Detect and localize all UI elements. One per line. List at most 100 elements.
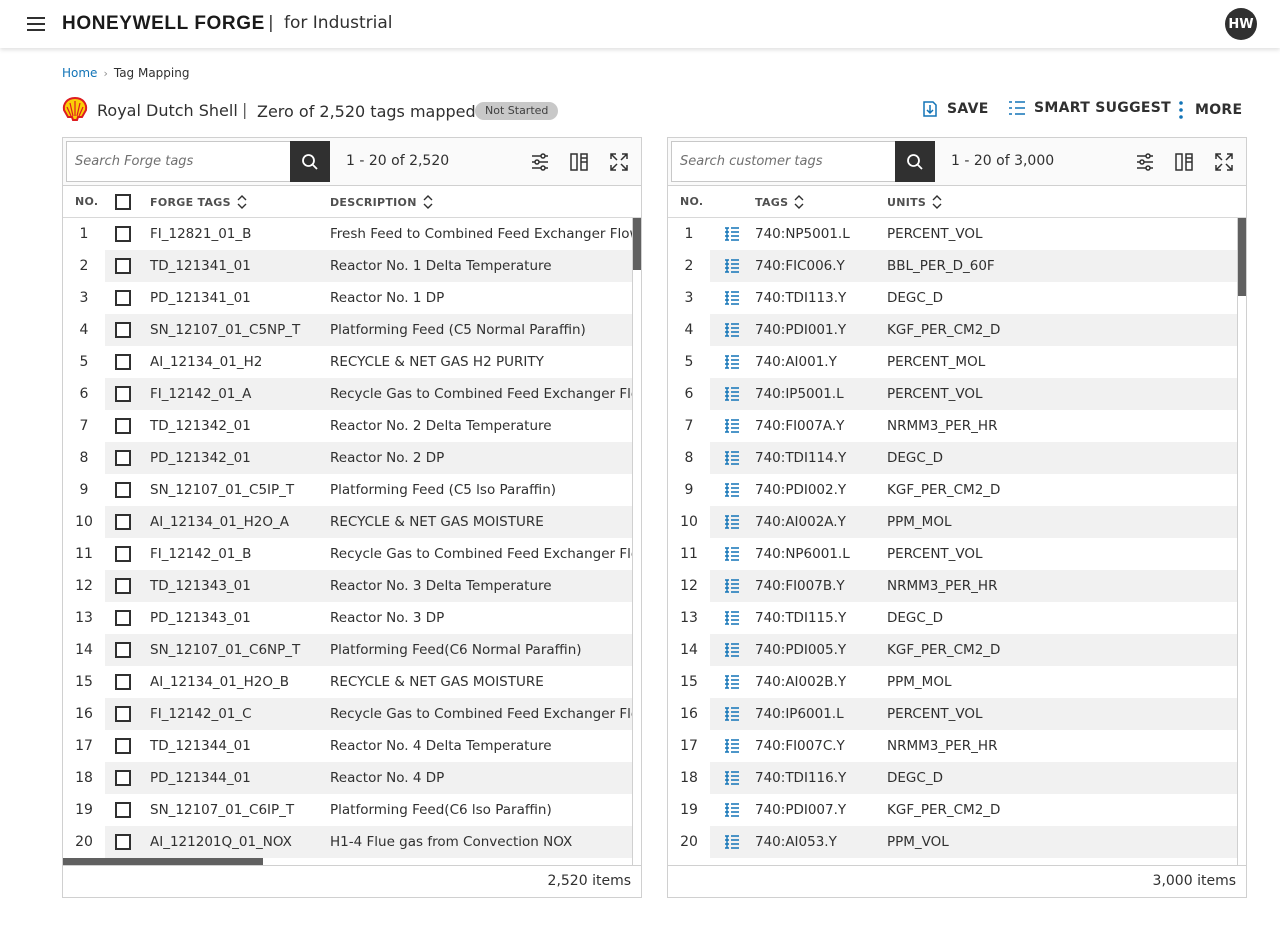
customer-table-row[interactable]: 9 740:PDI002.Y KGF_PER_CM2_D (668, 474, 1238, 506)
customer-table-row[interactable]: 12 740:FI007B.Y NRMM3_PER_HR (668, 570, 1238, 602)
forge-table-row[interactable]: 19 SN_12107_01_C6IP_T Platforming Feed(C6 … (63, 794, 633, 826)
customer-table-row[interactable]: 14 740:PDI005.Y KGF_PER_CM2_D (668, 634, 1238, 666)
row-checkbox[interactable] (115, 514, 131, 530)
customer-table-row[interactable]: 15 740:AI002B.Y PPM_MOL (668, 666, 1238, 698)
customer-vertical-scroll-thumb[interactable] (1238, 218, 1246, 296)
customer-table-row[interactable]: 4 740:PDI001.Y KGF_PER_CM2_D (668, 314, 1238, 346)
forge-table-row[interactable]: 16 FI_12142_01_C Recycle Gas to Combined F… (63, 698, 633, 730)
customer-table-row[interactable]: 16 740:IP6001.L PERCENT_VOL (668, 698, 1238, 730)
forge-vertical-scroll-thumb[interactable] (633, 218, 641, 270)
row-checkbox[interactable] (115, 322, 131, 338)
tag-list-icon[interactable] (724, 226, 740, 242)
row-checkbox[interactable] (115, 418, 131, 434)
row-checkbox[interactable] (115, 674, 131, 690)
row-checkbox[interactable] (115, 482, 131, 498)
row-checkbox[interactable] (115, 610, 131, 626)
columns-icon[interactable] (569, 152, 589, 172)
row-checkbox[interactable] (115, 450, 131, 466)
row-checkbox[interactable] (115, 802, 131, 818)
breadcrumb-home-link[interactable]: Home (62, 66, 97, 80)
more-button[interactable]: MORE (1175, 100, 1242, 120)
row-checkbox[interactable] (115, 578, 131, 594)
smart-suggest-button[interactable]: SMART SUGGEST (1008, 100, 1171, 116)
tag-list-icon[interactable] (724, 386, 740, 402)
tag-list-icon[interactable] (724, 834, 740, 850)
forge-table-row[interactable]: 10 AI_12134_01_H2O_A RECYCLE & NET GAS MOI… (63, 506, 633, 538)
tag-list-icon[interactable] (724, 770, 740, 786)
hamburger-menu-icon[interactable] (27, 17, 45, 31)
header-description[interactable]: DESCRIPTION (330, 195, 433, 209)
customer-table-row[interactable]: 17 740:FI007C.Y NRMM3_PER_HR (668, 730, 1238, 762)
select-all-checkbox[interactable] (115, 194, 131, 210)
row-checkbox[interactable] (115, 738, 131, 754)
customer-table-row[interactable]: 1 740:NP5001.L PERCENT_VOL (668, 218, 1238, 250)
tag-list-icon[interactable] (724, 450, 740, 466)
customer-search-input[interactable] (672, 142, 894, 181)
customer-table-row[interactable]: 2 740:FIC006.Y BBL_PER_D_60F (668, 250, 1238, 282)
brand-logo[interactable]: HONEYWELL FORGE (62, 13, 265, 35)
tag-list-icon[interactable] (724, 290, 740, 306)
row-checkbox[interactable] (115, 834, 131, 850)
forge-table-row[interactable]: 1 FI_12821_01_B Fresh Feed to Combined Fee… (63, 218, 633, 250)
forge-table-row[interactable]: 12 TD_121343_01 Reactor No. 3 Delta Temper… (63, 570, 633, 602)
forge-search-input[interactable] (67, 142, 289, 181)
tag-list-icon[interactable] (724, 802, 740, 818)
row-checkbox[interactable] (115, 386, 131, 402)
tag-list-icon[interactable] (724, 706, 740, 722)
forge-table-row[interactable]: 2 TD_121341_01 Reactor No. 1 Delta Tempera… (63, 250, 633, 282)
header-units[interactable]: UNITS (887, 195, 942, 209)
customer-table-row[interactable]: 3 740:TDI113.Y DEGC_D (668, 282, 1238, 314)
forge-table-row[interactable]: 4 SN_12107_01_C5NP_T Platforming Feed (C5 … (63, 314, 633, 346)
header-tags[interactable]: TAGS (755, 195, 804, 209)
tag-list-icon[interactable] (724, 610, 740, 626)
customer-table-row[interactable]: 5 740:AI001.Y PERCENT_MOL (668, 346, 1238, 378)
tag-list-icon[interactable] (724, 546, 740, 562)
tag-list-icon[interactable] (724, 514, 740, 530)
tag-list-icon[interactable] (724, 354, 740, 370)
tag-list-icon[interactable] (724, 738, 740, 754)
customer-search-button[interactable] (895, 141, 935, 182)
forge-table-row[interactable]: 15 AI_12134_01_H2O_B RECYCLE & NET GAS MOI… (63, 666, 633, 698)
tag-list-icon[interactable] (724, 674, 740, 690)
customer-table-row[interactable]: 11 740:NP6001.L PERCENT_VOL (668, 538, 1238, 570)
row-checkbox[interactable] (115, 290, 131, 306)
forge-table-row[interactable]: 13 PD_121343_01 Reactor No. 3 DP (63, 602, 633, 634)
customer-table-row[interactable]: 18 740:TDI116.Y DEGC_D (668, 762, 1238, 794)
customer-table-row[interactable]: 8 740:TDI114.Y DEGC_D (668, 442, 1238, 474)
forge-table-row[interactable]: 8 PD_121342_01 Reactor No. 2 DP (63, 442, 633, 474)
row-checkbox[interactable] (115, 258, 131, 274)
tag-list-icon[interactable] (724, 578, 740, 594)
forge-search-button[interactable] (290, 141, 330, 182)
expand-icon[interactable] (609, 152, 629, 172)
forge-table-row[interactable]: 14 SN_12107_01_C6NP_T Platforming Feed(C6 … (63, 634, 633, 666)
tag-list-icon[interactable] (724, 642, 740, 658)
customer-table-row[interactable]: 20 740:AI053.Y PPM_VOL (668, 826, 1238, 858)
forge-table-row[interactable]: 17 TD_121344_01 Reactor No. 4 Delta Temper… (63, 730, 633, 762)
row-checkbox[interactable] (115, 642, 131, 658)
row-checkbox[interactable] (115, 770, 131, 786)
sliders-icon[interactable] (530, 152, 550, 172)
forge-table-row[interactable]: 9 SN_12107_01_C5IP_T Platforming Feed (C5 … (63, 474, 633, 506)
save-button[interactable]: SAVE (921, 100, 989, 118)
customer-table-row[interactable]: 7 740:FI007A.Y NRMM3_PER_HR (668, 410, 1238, 442)
forge-vertical-scrollbar[interactable] (632, 218, 641, 866)
customer-table-row[interactable]: 10 740:AI002A.Y PPM_MOL (668, 506, 1238, 538)
sliders-icon[interactable] (1135, 152, 1155, 172)
row-checkbox[interactable] (115, 706, 131, 722)
row-checkbox[interactable] (115, 226, 131, 242)
forge-table-row[interactable]: 20 AI_121201Q_01_NOX H1-4 Flue gas from Co… (63, 826, 633, 858)
tag-list-icon[interactable] (724, 322, 740, 338)
user-avatar[interactable]: HW (1225, 8, 1257, 40)
forge-table-row[interactable]: 3 PD_121341_01 Reactor No. 1 DP (63, 282, 633, 314)
forge-table-row[interactable]: 6 FI_12142_01_A Recycle Gas to Combined Fe… (63, 378, 633, 410)
tag-list-icon[interactable] (724, 418, 740, 434)
expand-icon[interactable] (1214, 152, 1234, 172)
customer-table-row[interactable]: 19 740:PDI007.Y KGF_PER_CM2_D (668, 794, 1238, 826)
header-forge-tags[interactable]: FORGE TAGS (150, 195, 247, 209)
forge-table-row[interactable]: 7 TD_121342_01 Reactor No. 2 Delta Tempera… (63, 410, 633, 442)
forge-table-row[interactable]: 11 FI_12142_01_B Recycle Gas to Combined F… (63, 538, 633, 570)
customer-table-row[interactable]: 13 740:TDI115.Y DEGC_D (668, 602, 1238, 634)
columns-icon[interactable] (1174, 152, 1194, 172)
row-checkbox[interactable] (115, 354, 131, 370)
customer-table-row[interactable]: 6 740:IP5001.L PERCENT_VOL (668, 378, 1238, 410)
